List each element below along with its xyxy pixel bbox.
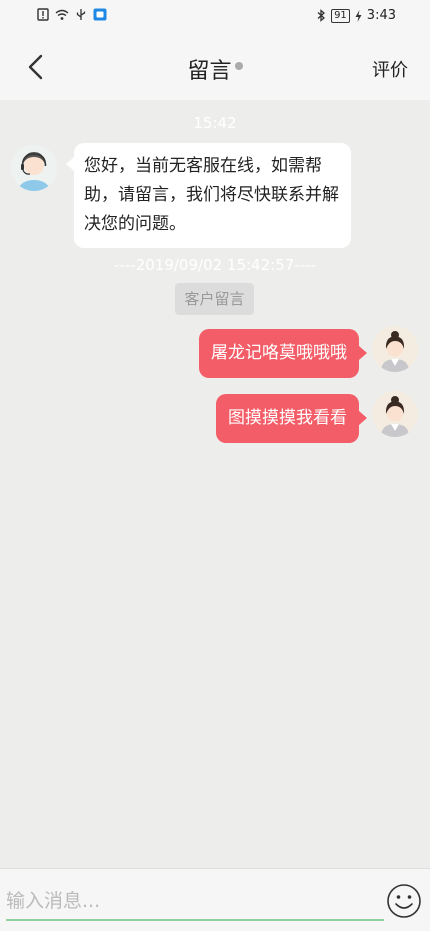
clock: 3:43 [366, 8, 396, 23]
customer-service-agent-icon [19, 152, 49, 191]
wifi-icon [55, 9, 69, 20]
rate-button[interactable]: 评价 [372, 56, 408, 82]
customer-message-tag: 客户留言 [175, 283, 254, 315]
online-status-dot [234, 62, 243, 70]
user-avatar-icon [381, 331, 409, 372]
sim-alert-icon [37, 8, 49, 21]
user-avatar [372, 391, 418, 437]
message-input-bar [0, 868, 430, 931]
app-notification-icon [93, 8, 107, 21]
agent-avatar [11, 145, 57, 191]
user-message-bubble: 屠龙记咯莫哦哦哦 [199, 329, 367, 378]
usb-icon [76, 9, 86, 20]
user-message-bubble: 图摸摸摸我看看 [216, 394, 367, 443]
status-icons-right: 91 3:43 [316, 8, 396, 23]
page-title: 留言 [0, 53, 430, 85]
nav-header: 留言 评价 [0, 34, 430, 100]
message-timestamp: 15:42 [193, 114, 237, 132]
emoji-icon[interactable] [386, 883, 422, 919]
user-avatar [372, 326, 418, 372]
charging-icon [355, 9, 362, 22]
bluetooth-icon [317, 9, 326, 22]
status-icons-left [36, 8, 107, 21]
date-separator: ----2019/09/02 15:42:57---- [114, 256, 316, 274]
message-input[interactable] [6, 883, 384, 921]
agent-message-bubble: 您好，当前无客服在线，如需帮助，请留言，我们将尽快联系并解决您的问题。 [66, 143, 351, 248]
battery-level: 91 [331, 8, 350, 23]
status-bar: 91 3:43 [0, 0, 430, 34]
user-avatar-icon [381, 396, 409, 437]
